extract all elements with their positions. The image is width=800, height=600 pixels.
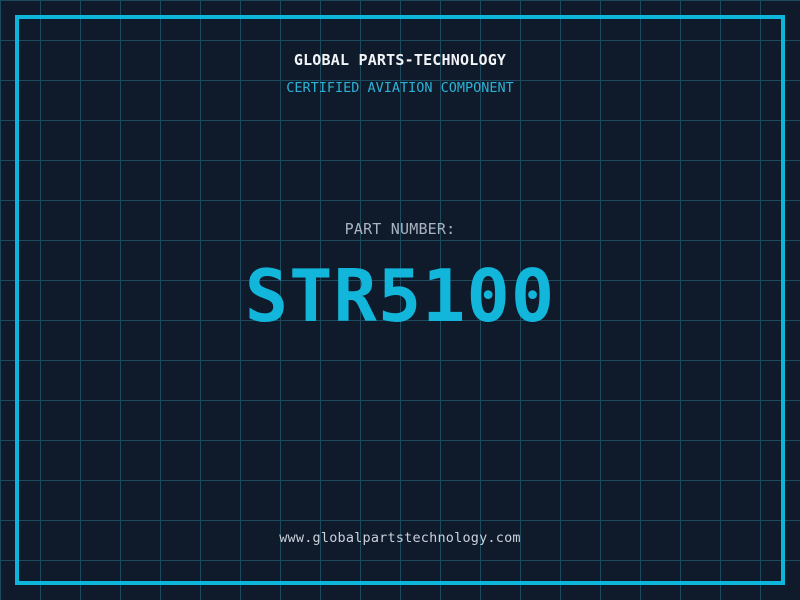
part-number-label: PART NUMBER: [344, 220, 456, 238]
footer-url: www.globalpartstechnology.com [279, 530, 521, 546]
page-subtitle: CERTIFIED AVIATION COMPONENT [286, 80, 514, 96]
blueprint-page: GLOBAL PARTS-TECHNOLOGY CERTIFIED AVIATI… [0, 0, 800, 600]
part-number-value: STR5100 [244, 254, 556, 338]
page-title: GLOBAL PARTS-TECHNOLOGY [293, 51, 507, 69]
